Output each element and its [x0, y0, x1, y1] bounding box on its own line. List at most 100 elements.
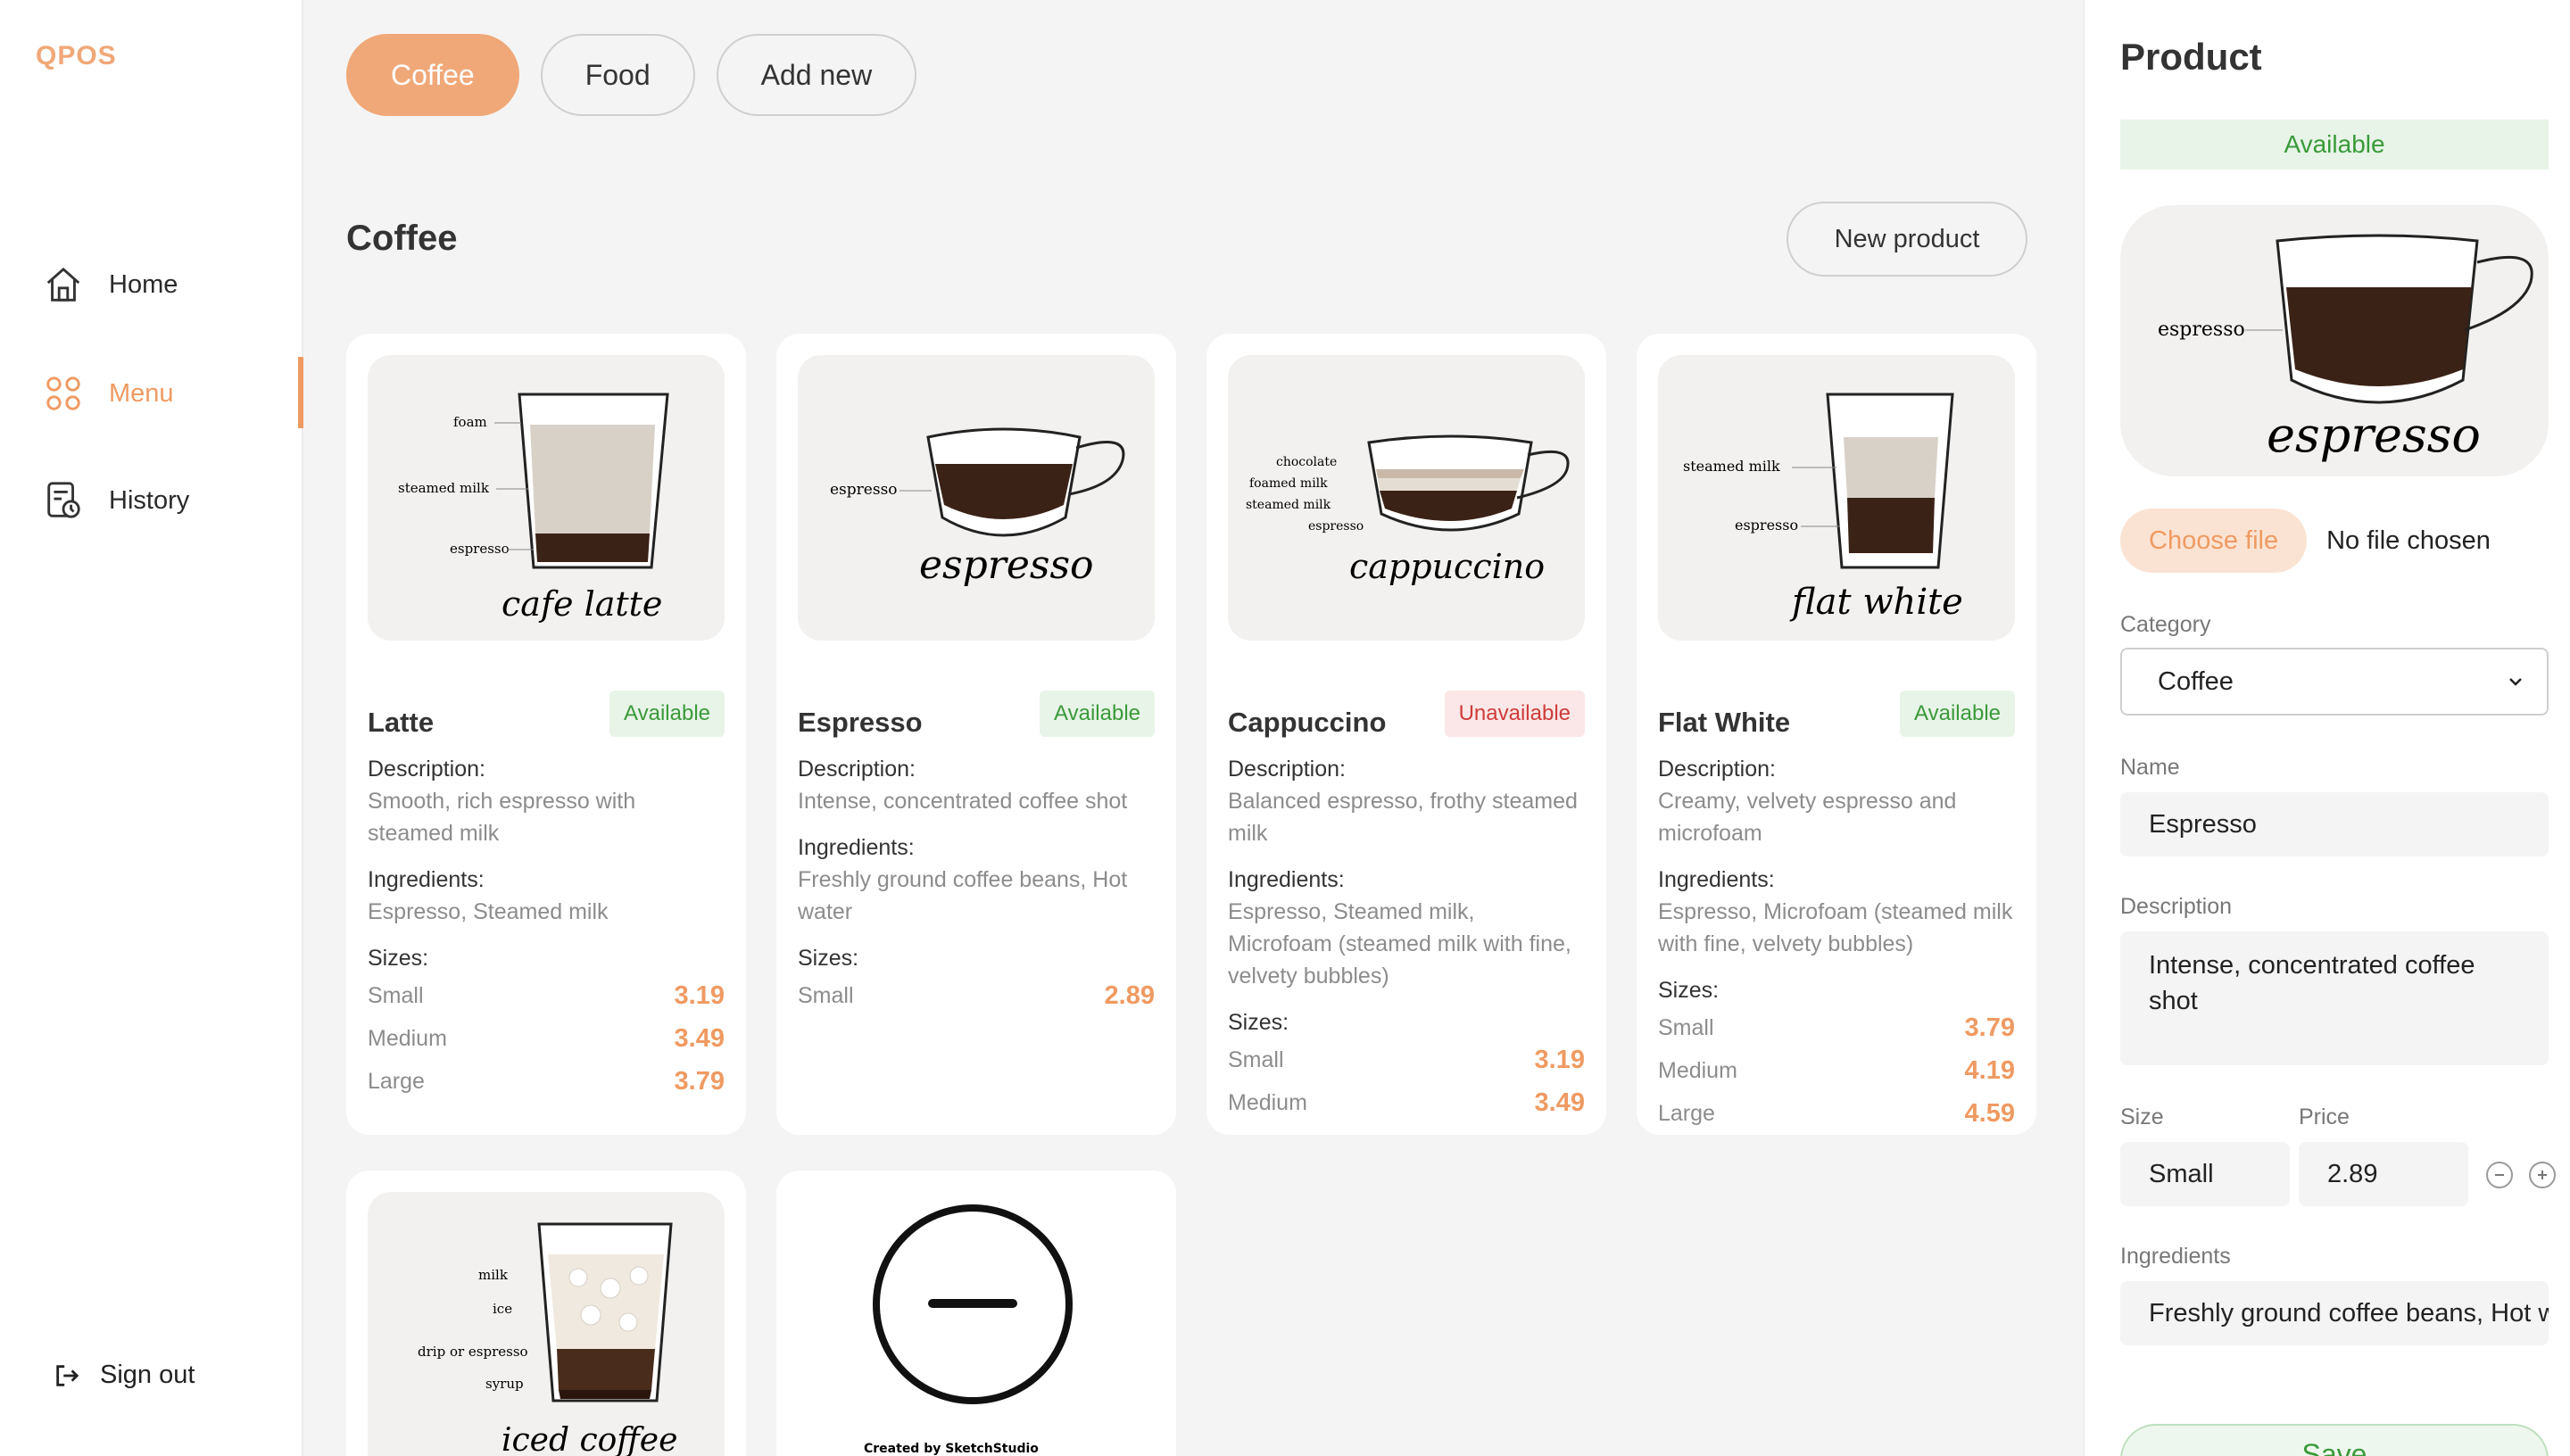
description-label: Description: — [798, 757, 916, 782]
size-row: Medium 4.19 — [1658, 1049, 2015, 1092]
product-card-latte[interactable]: foam steamed milk espresso cafe latte La… — [346, 334, 746, 1135]
price-field[interactable]: 2.89 — [2299, 1142, 2468, 1206]
file-status: No file chosen — [2326, 525, 2491, 555]
status-badge: Available — [609, 691, 725, 737]
category-select[interactable]: Coffee — [2120, 648, 2549, 716]
name-label: Name — [2120, 755, 2180, 780]
image-label: milk — [478, 1267, 509, 1283]
size-price: 2.89 — [1104, 981, 1155, 1010]
remove-size-button[interactable] — [2486, 1162, 2513, 1188]
product-name: Latte — [368, 707, 435, 738]
grid-icon — [46, 376, 80, 410]
description-value: Balanced espresso, frothy steamed milk — [1228, 789, 1578, 846]
tab-food[interactable]: Food — [540, 34, 695, 116]
save-button[interactable]: Save — [2120, 1424, 2549, 1456]
image-script: cafe latte — [502, 584, 662, 624]
product-card-iced-coffee[interactable]: milk ice drip or espresso syrup iced cof… — [346, 1171, 746, 1456]
sizes-label: Sizes: — [798, 946, 859, 971]
category-label: Category — [2120, 612, 2211, 637]
image-label: ice — [493, 1301, 512, 1317]
size-name: Medium — [1658, 1058, 1737, 1083]
ingredients-value: Freshly ground coffee beans, Hot water — [798, 867, 1128, 924]
product-card-placeholder[interactable]: Created by SketchStudio — [776, 1171, 1176, 1456]
ingredients-label: Ingredients: — [1228, 867, 1345, 892]
size-price: 3.79 — [1964, 1013, 2015, 1042]
ingredients-value: Espresso, Microfoam (steamed milk with f… — [1658, 899, 2013, 956]
size-price: 4.59 — [1964, 1099, 2015, 1128]
product-image: steamed milk espresso flat white — [1658, 355, 2015, 641]
signout-icon — [56, 1364, 79, 1386]
description-value: Creamy, velvety espresso and microfoam — [1658, 789, 1957, 846]
sizes-label: Sizes: — [368, 946, 429, 971]
image-label: chocolate — [1276, 455, 1337, 469]
signout-button[interactable]: Sign out — [54, 1361, 195, 1390]
home-icon — [46, 267, 80, 302]
size-price: 3.79 — [674, 1067, 725, 1096]
main-content: Coffee Food Add new Coffee New product f… — [303, 0, 2083, 1456]
image-script: cappuccino — [1349, 547, 1545, 586]
image-label: steamed milk — [1683, 458, 1780, 475]
name-field[interactable]: Espresso — [2120, 792, 2549, 856]
product-name: Flat White — [1658, 707, 1791, 738]
new-product-button[interactable]: New product — [1787, 202, 2027, 277]
status-badge: Available — [1040, 691, 1155, 737]
image-caption: Created by SketchStudio — [864, 1442, 1039, 1456]
status-badge: Available — [1900, 691, 2015, 737]
description-label: Description: — [1228, 757, 1346, 782]
size-name: Small — [798, 983, 854, 1008]
tab-coffee[interactable]: Coffee — [346, 34, 519, 116]
size-row: Medium 3.49 — [1228, 1081, 1585, 1124]
size-row: Small 3.19 — [1228, 1038, 1585, 1081]
image-label: drip or espresso — [418, 1344, 528, 1360]
product-details: Description: Balanced espresso, frothy s… — [1228, 753, 1585, 1124]
size-row: Small 2.89 — [798, 974, 1155, 1017]
size-row: Large 3.79 — [368, 1060, 725, 1103]
ingredients-field[interactable]: Freshly ground coffee beans, Hot water — [2120, 1281, 2549, 1345]
ingredients-label: Ingredients: — [798, 835, 915, 860]
product-card-cappuccino[interactable]: chocolate foamed milk steamed milk espre… — [1206, 334, 1606, 1135]
price-label: Price — [2299, 1104, 2350, 1129]
size-name: Small — [1228, 1047, 1284, 1072]
image-label: espresso — [2158, 318, 2245, 341]
image-script: iced coffee — [502, 1422, 677, 1456]
tab-add-new[interactable]: Add new — [716, 34, 917, 116]
ingredients-label: Ingredients: — [368, 867, 485, 892]
size-row: Large 4.59 — [1658, 1092, 2015, 1135]
product-image-preview: espresso espresso — [2120, 205, 2549, 476]
size-price: 3.19 — [1534, 1046, 1585, 1074]
sizes-label: Sizes: — [1658, 978, 1720, 1003]
image-label: foam — [453, 414, 487, 430]
image-label: syrup — [485, 1376, 524, 1392]
size-name: Medium — [1228, 1090, 1307, 1115]
size-row: Medium 3.49 — [368, 1017, 725, 1060]
size-name: Medium — [368, 1026, 447, 1051]
size-field[interactable]: Small — [2120, 1142, 2290, 1206]
sidebar-item-label: Home — [109, 269, 178, 299]
image-label: steamed milk — [1246, 498, 1331, 512]
chevron-down-icon — [2509, 678, 2522, 686]
category-value: Coffee — [2158, 666, 2234, 696]
product-card-espresso[interactable]: espresso espresso Espresso Available Des… — [776, 334, 1176, 1135]
description-label: Description — [2120, 894, 2233, 919]
section-title: Coffee — [346, 219, 458, 258]
product-card-flat-white[interactable]: steamed milk espresso flat white Flat Wh… — [1637, 334, 2036, 1135]
size-name: Large — [1658, 1101, 1715, 1126]
image-script: espresso — [919, 542, 1094, 588]
file-picker: Choose file No file chosen — [2120, 509, 2491, 573]
description-field[interactable]: Intense, concentrated coffee shot — [2120, 931, 2549, 1065]
app-logo: QPOS — [36, 41, 117, 70]
sidebar-item-label: History — [109, 485, 190, 515]
sidebar-item-home[interactable]: Home — [43, 264, 178, 305]
choose-file-button[interactable]: Choose file — [2120, 509, 2308, 573]
size-name: Large — [368, 1069, 425, 1094]
sizes-label: Sizes: — [1228, 1010, 1289, 1035]
sidebar-item-menu[interactable]: Menu — [43, 373, 174, 414]
product-image: chocolate foamed milk steamed milk espre… — [1228, 355, 1585, 641]
product-details: Description: Creamy, velvety espresso an… — [1658, 753, 2015, 1135]
product-image: foam steamed milk espresso cafe latte — [368, 355, 725, 641]
sidebar-item-history[interactable]: History — [43, 480, 189, 521]
size-row: Small 3.79 — [1658, 1006, 2015, 1049]
add-size-button[interactable] — [2529, 1162, 2556, 1188]
product-name: Espresso — [798, 707, 923, 738]
ingredients-value: Espresso, Steamed milk — [368, 899, 609, 924]
